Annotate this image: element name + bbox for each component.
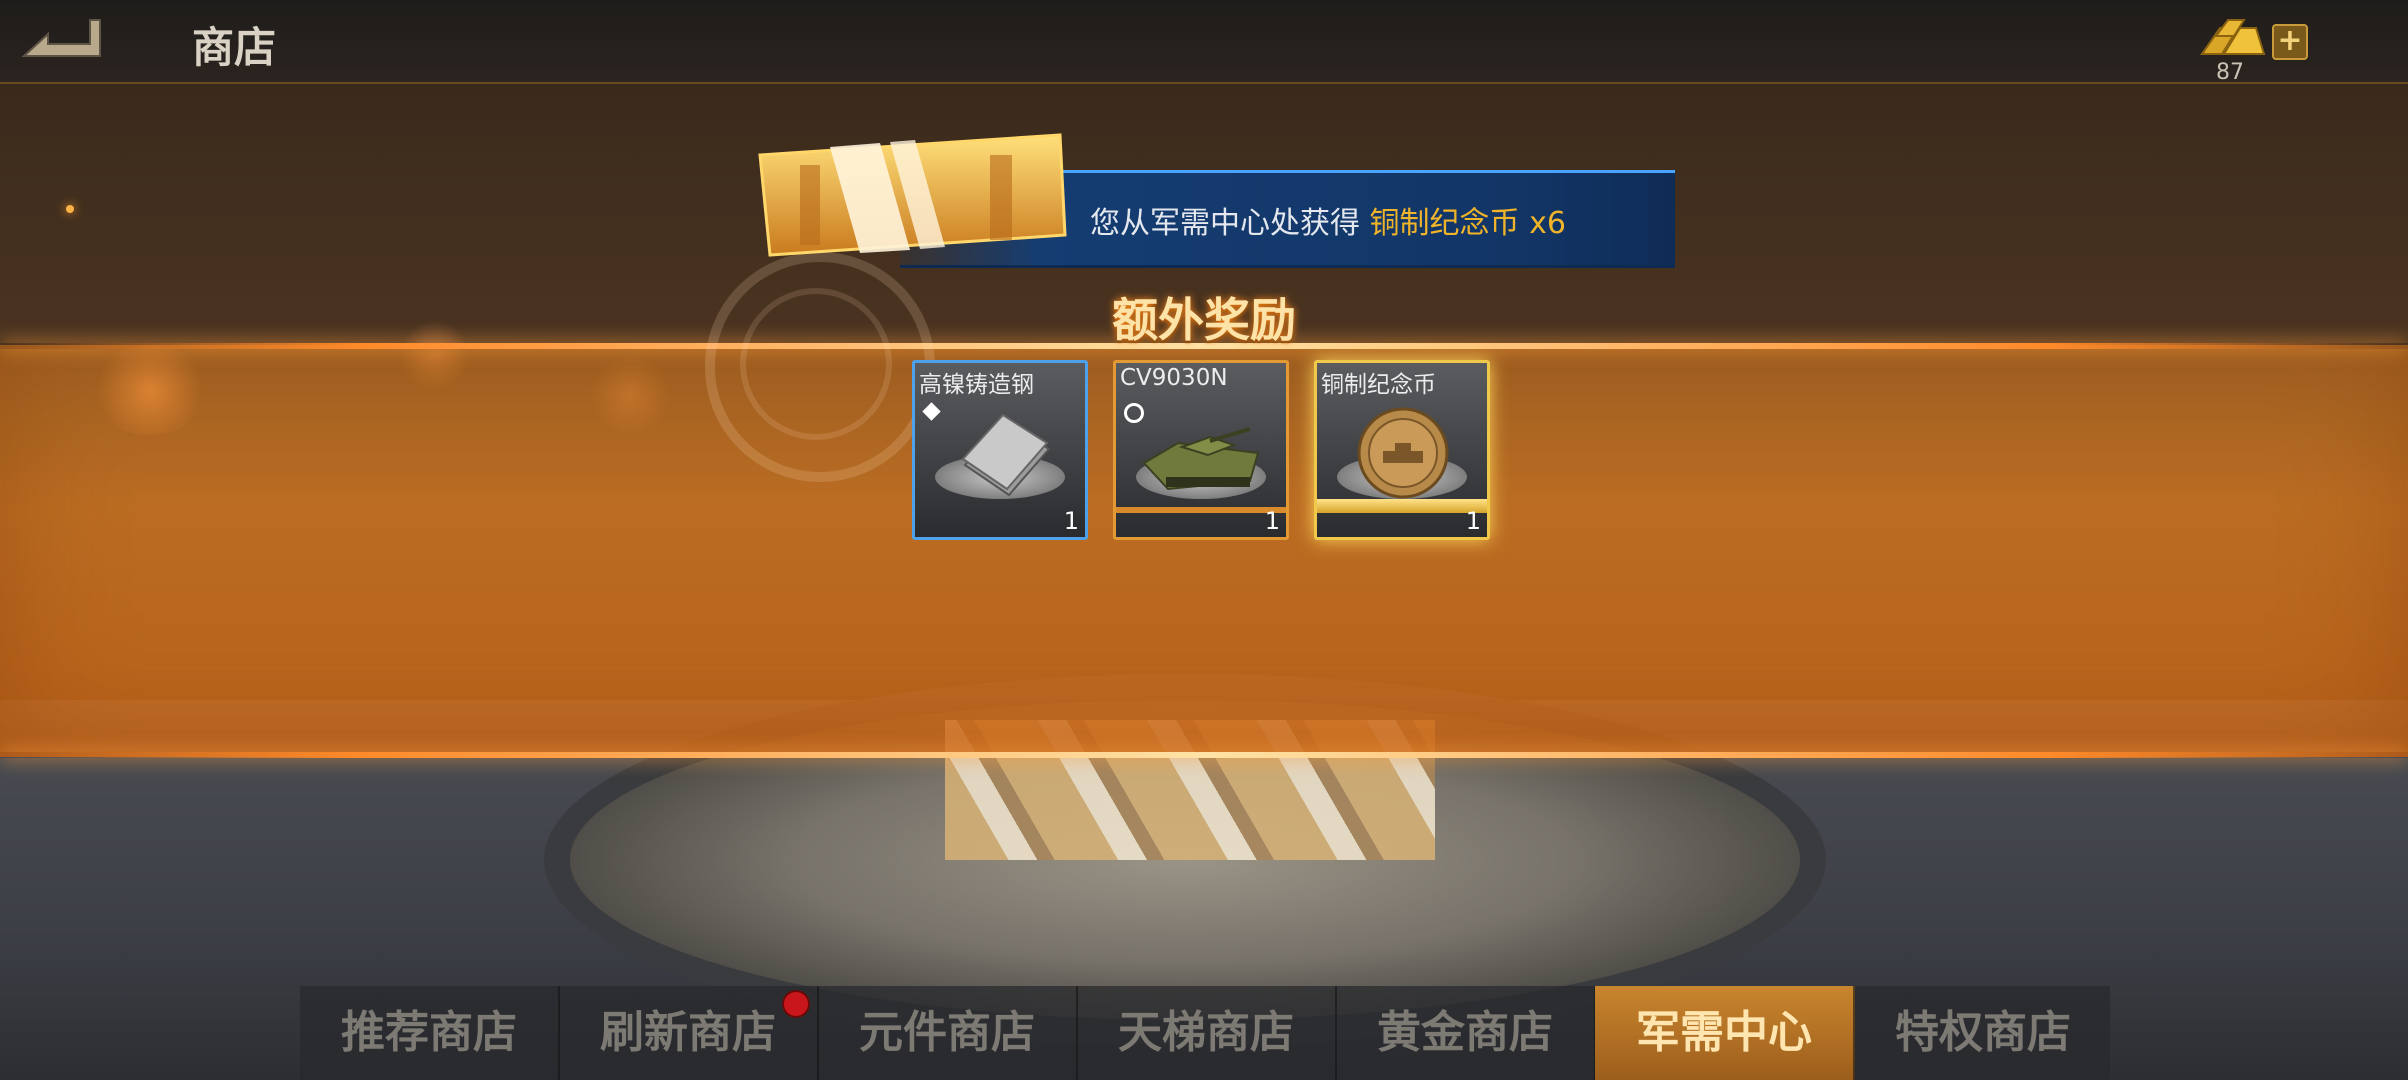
- rarity-bar: [1317, 499, 1487, 513]
- supply-crate-icon: [758, 133, 1067, 257]
- tab-ladder-shop[interactable]: 天梯商店: [1077, 986, 1337, 1080]
- notice-prefix: 您从军需中心处获得: [1090, 206, 1370, 241]
- diamond-icon: [922, 402, 941, 421]
- gold-amount: 87: [2216, 60, 2244, 85]
- tab-recommended-shop[interactable]: 推荐商店: [300, 986, 560, 1080]
- coin-icon: [1357, 407, 1449, 499]
- tab-component-shop[interactable]: 元件商店: [818, 986, 1078, 1080]
- gold-bars-icon: [2200, 19, 2266, 55]
- tab-supply-center[interactable]: 军需中心: [1595, 986, 1855, 1080]
- reward-quantity: 1: [1264, 507, 1280, 535]
- rarity-bar: [1116, 507, 1286, 513]
- reward-card-tank[interactable]: CV9030N 1: [1113, 360, 1289, 540]
- gold-currency: + 87: [2198, 10, 2308, 85]
- reward-card-coin[interactable]: 铜制纪念币 1: [1314, 360, 1490, 540]
- tank-icon: [1142, 427, 1260, 491]
- top-bar: 商店 + 87: [0, 0, 2408, 85]
- tab-privilege-shop[interactable]: 特权商店: [1854, 986, 2112, 1080]
- back-arrow-icon: [21, 19, 101, 57]
- reward-name: CV9030N: [1120, 365, 1228, 391]
- tab-refresh-shop[interactable]: 刷新商店: [559, 986, 819, 1080]
- banner-edge-bottom: [0, 752, 2408, 758]
- tab-gold-shop[interactable]: 黄金商店: [1336, 986, 1596, 1080]
- notification-badge: [782, 990, 810, 1018]
- reward-name: 铜制纪念币: [1321, 372, 1436, 398]
- reward-quantity: 1: [1465, 507, 1481, 535]
- sparkle: [66, 205, 74, 213]
- reward-quantity: 1: [1063, 507, 1079, 535]
- notice-message: 您从军需中心处获得 铜制纪念币 x6: [1090, 198, 1566, 242]
- page-title: 商店: [192, 23, 277, 72]
- back-button[interactable]: [14, 14, 106, 64]
- bonus-title: 额外奖励: [1112, 293, 1296, 347]
- steel-plate-icon: [961, 413, 1051, 497]
- reward-name: 高镍铸造钢: [919, 372, 1034, 398]
- shop-tab-bar: 推荐商店 刷新商店 元件商店 天梯商店 黄金商店 军需中心 特权商店: [300, 986, 2110, 1080]
- reward-card-steel[interactable]: 高镍铸造钢 1: [912, 360, 1088, 540]
- add-gold-button[interactable]: +: [2272, 24, 2308, 60]
- notice-item: 铜制纪念币 x6: [1369, 206, 1566, 241]
